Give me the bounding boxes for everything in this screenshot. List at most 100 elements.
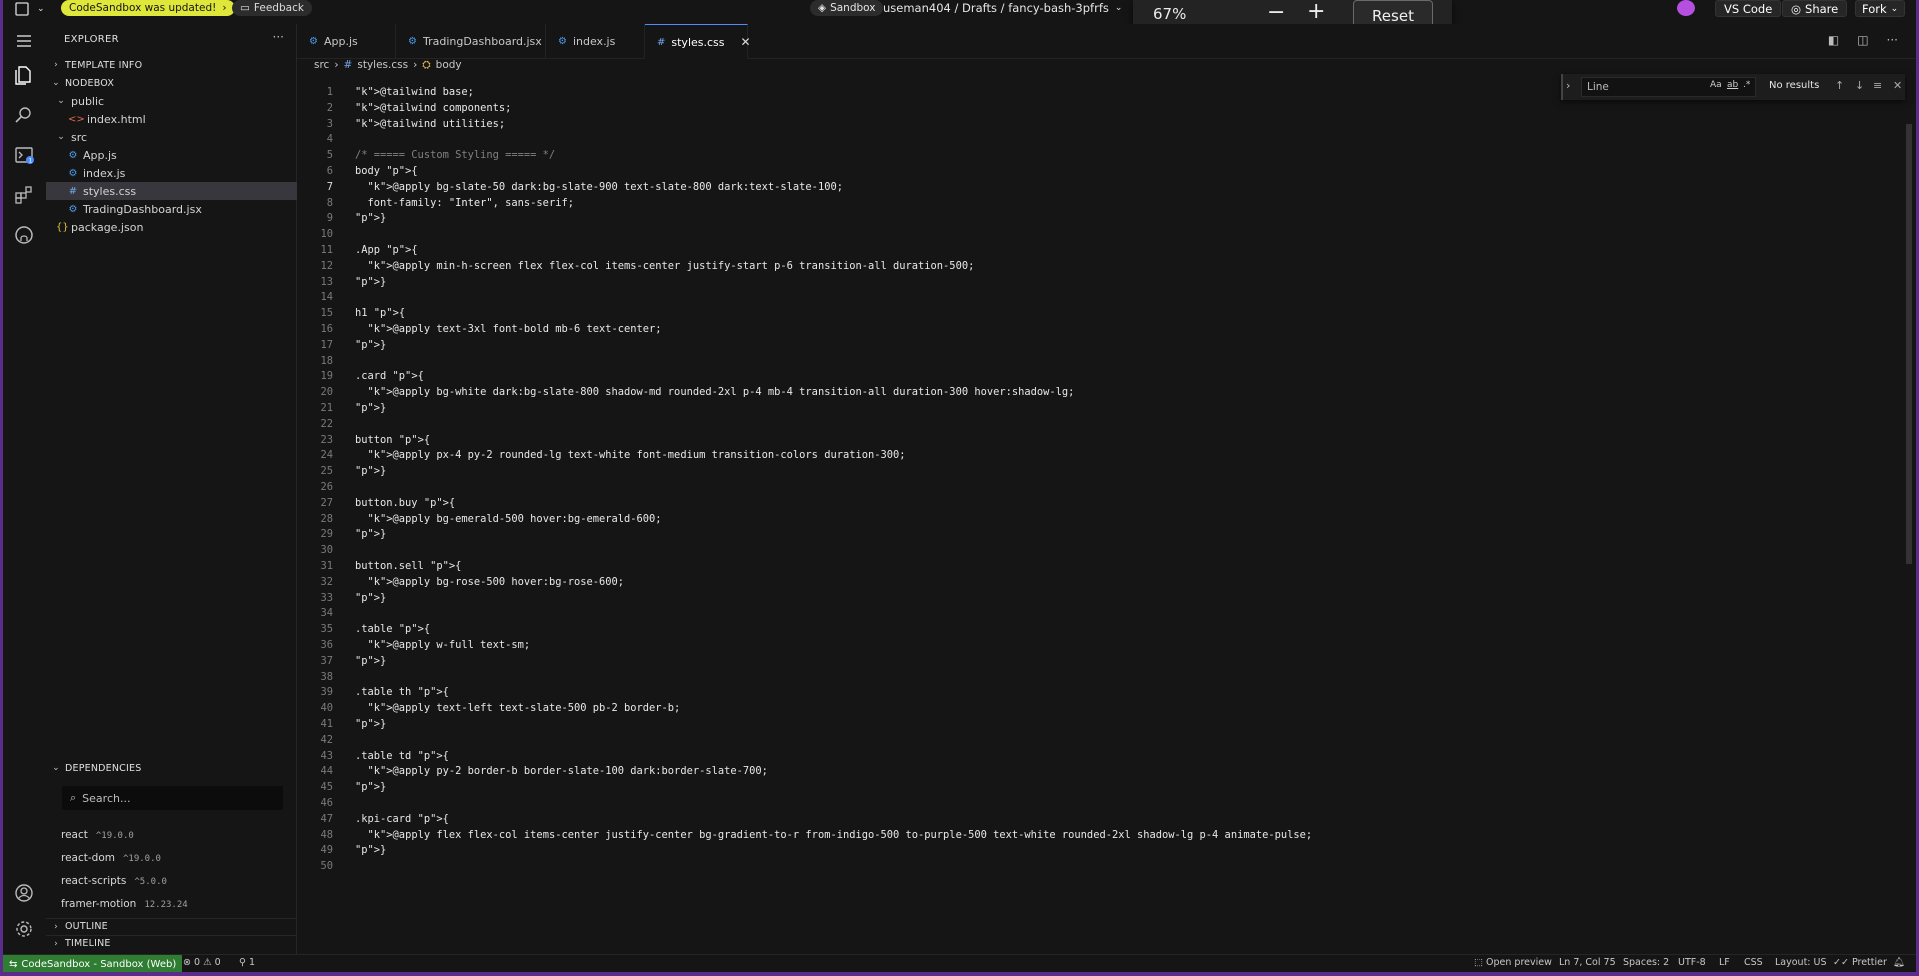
split-editor-icon[interactable]: ◫: [1857, 33, 1868, 47]
bell-icon[interactable]: 🔔︎: [1893, 957, 1905, 968]
menu-icon[interactable]: [13, 30, 35, 52]
code-line[interactable]: 42: [297, 733, 1797, 749]
tab-styles-css[interactable]: # styles.css ✕: [645, 24, 751, 59]
language-mode[interactable]: CSS: [1744, 957, 1763, 968]
keyboard-layout[interactable]: Layout: US: [1775, 957, 1827, 968]
extensions-icon[interactable]: [13, 184, 35, 206]
code-line[interactable]: 41 "p">}: [297, 717, 1797, 733]
search-icon[interactable]: [13, 104, 35, 126]
zoom-out-icon[interactable]: −: [1267, 0, 1285, 25]
tree-file-package-json[interactable]: {} package.json: [46, 218, 297, 236]
code-line[interactable]: 23 button "p">{: [297, 433, 1797, 449]
sandbox-path[interactable]: useman404 / Drafts / fancy-bash-3pfrfs ⌄: [883, 0, 1122, 16]
code-line[interactable]: 38: [297, 670, 1797, 686]
code-line[interactable]: 5 /* ===== Custom Styling ===== */: [297, 148, 1797, 164]
code-line[interactable]: 2 "k">@tailwind components;: [297, 101, 1797, 117]
code-line[interactable]: 22: [297, 417, 1797, 433]
nodebox-section[interactable]: ⌄ NODEBOX: [46, 75, 297, 91]
close-icon[interactable]: ✕: [741, 35, 751, 49]
avatar[interactable]: [1677, 0, 1695, 16]
chevron-right-icon[interactable]: ›: [1566, 79, 1570, 92]
dependency-react[interactable]: react ^19.0.0: [61, 829, 134, 841]
code-line[interactable]: 47 .kpi-card "p">{: [297, 812, 1797, 828]
code-line[interactable]: 16 "k">@apply text-3xl font-bold mb-6 te…: [297, 322, 1797, 338]
menu-chevron-icon[interactable]: ⌄: [37, 0, 45, 17]
tree-file-tradingdashboard-jsx[interactable]: ⚙ TradingDashboard.jsx: [46, 200, 297, 218]
vscode-button[interactable]: VS Code: [1715, 0, 1782, 17]
code-line[interactable]: 40 "k">@apply text-left text-slate-500 p…: [297, 701, 1797, 717]
gear-icon[interactable]: [13, 918, 35, 940]
feedback-button[interactable]: ▭ Feedback: [232, 0, 312, 16]
code-line[interactable]: 43 .table td "p">{: [297, 749, 1797, 765]
code-line[interactable]: 32 "k">@apply bg-rose-500 hover:bg-rose-…: [297, 575, 1797, 591]
update-notice[interactable]: CodeSandbox was updated! ›: [61, 0, 235, 16]
tree-folder-public[interactable]: ⌄ public: [46, 92, 297, 110]
code-line[interactable]: 35 .table "p">{: [297, 622, 1797, 638]
code-line[interactable]: 46: [297, 796, 1797, 812]
code-line[interactable]: 36 "k">@apply w-full text-sm;: [297, 638, 1797, 654]
line-endings[interactable]: LF: [1719, 957, 1730, 968]
code-line[interactable]: 39 .table th "p">{: [297, 685, 1797, 701]
tree-file-index-js[interactable]: ⚙ index.js: [46, 164, 297, 182]
editor-scrollbar[interactable]: [1906, 124, 1912, 564]
account-icon[interactable]: [13, 882, 35, 904]
code-line[interactable]: 24 "k">@apply px-4 py-2 rounded-lg text-…: [297, 448, 1797, 464]
arrow-up-icon[interactable]: ↑: [1835, 79, 1844, 92]
code-line[interactable]: 10: [297, 227, 1797, 243]
code-line[interactable]: 45 "p">}: [297, 780, 1797, 796]
code-line[interactable]: 30: [297, 543, 1797, 559]
remote-indicator[interactable]: ⇆ CodeSandbox - Sandbox (Web): [3, 955, 183, 972]
code-line[interactable]: 9 "p">}: [297, 211, 1797, 227]
code-line[interactable]: 26: [297, 480, 1797, 496]
problems-indicator[interactable]: ⊗ 0 ⚠ 0: [183, 957, 221, 968]
dependency-react-scripts[interactable]: react-scripts ^5.0.0: [61, 875, 167, 887]
tree-folder-src[interactable]: ⌄ src: [46, 128, 297, 146]
find-in-selection-icon[interactable]: ≡: [1873, 79, 1882, 92]
tab-app-js[interactable]: ⚙ App.js: [297, 24, 396, 59]
code-line[interactable]: 48 "k">@apply flex flex-col items-center…: [297, 828, 1797, 844]
code-line[interactable]: 33 "p">}: [297, 591, 1797, 607]
tree-file-styles-css[interactable]: # styles.css: [46, 182, 297, 200]
code-line[interactable]: 13 "p">}: [297, 275, 1797, 291]
dependency-react-dom[interactable]: react-dom ^19.0.0: [61, 852, 161, 864]
code-line[interactable]: 28 "k">@apply bg-emerald-500 hover:bg-em…: [297, 512, 1797, 528]
code-line[interactable]: 11 .App "p">{: [297, 243, 1797, 259]
arrow-down-icon[interactable]: ↓: [1855, 79, 1864, 92]
ports-indicator[interactable]: ⚲ 1: [239, 957, 255, 968]
tab-index-js[interactable]: ⚙ index.js: [546, 24, 645, 59]
code-line[interactable]: 34: [297, 606, 1797, 622]
code-line[interactable]: 18: [297, 354, 1797, 370]
dependency-search-input[interactable]: ⌕ Search...: [62, 786, 283, 810]
code-line[interactable]: 21 "p">}: [297, 401, 1797, 417]
code-line[interactable]: 12 "k">@apply min-h-screen flex flex-col…: [297, 259, 1797, 275]
github-icon[interactable]: [13, 224, 35, 246]
window-icon[interactable]: [15, 0, 29, 17]
cursor-position[interactable]: Ln 7, Col 75: [1559, 957, 1616, 968]
code-line[interactable]: 6 body "p">{: [297, 164, 1797, 180]
code-line[interactable]: 44 "k">@apply py-2 border-b border-slate…: [297, 764, 1797, 780]
encoding[interactable]: UTF-8: [1678, 957, 1706, 968]
more-icon[interactable]: ···: [1887, 33, 1898, 47]
prettier-indicator[interactable]: ✓✓ Prettier: [1833, 957, 1887, 968]
share-button[interactable]: ◎ Share: [1782, 0, 1848, 17]
match-case-icon[interactable]: Aa: [1710, 80, 1722, 90]
close-icon[interactable]: ✕: [1893, 79, 1902, 92]
zoom-in-icon[interactable]: +: [1307, 0, 1325, 24]
open-preview-button[interactable]: ⬚ Open preview: [1474, 957, 1552, 968]
tree-file-index-html[interactable]: <> index.html: [46, 110, 297, 128]
whole-word-icon[interactable]: ab: [1727, 80, 1738, 90]
code-line[interactable]: 7 "k">@apply bg-slate-50 dark:bg-slate-9…: [297, 180, 1797, 196]
code-line[interactable]: 50: [297, 859, 1797, 875]
more-icon[interactable]: ···: [273, 30, 284, 44]
code-line[interactable]: 17 "p">}: [297, 338, 1797, 354]
code-line[interactable]: 27 button.buy "p">{: [297, 496, 1797, 512]
indentation[interactable]: Spaces: 2: [1623, 957, 1669, 968]
sandbox-badge[interactable]: ◈ Sandbox: [810, 0, 884, 16]
tree-file-app-js[interactable]: ⚙ App.js: [46, 146, 297, 164]
dependencies-section[interactable]: ⌄ DEPENDENCIES: [46, 760, 297, 776]
toggle-panel-icon[interactable]: ◧: [1828, 33, 1839, 47]
code-line[interactable]: 14: [297, 290, 1797, 306]
regex-icon[interactable]: .*: [1743, 80, 1750, 90]
tab-tradingdashboard-jsx[interactable]: ⚙ TradingDashboard.jsx: [396, 24, 546, 59]
fork-button[interactable]: Fork ⌄: [1855, 0, 1906, 17]
